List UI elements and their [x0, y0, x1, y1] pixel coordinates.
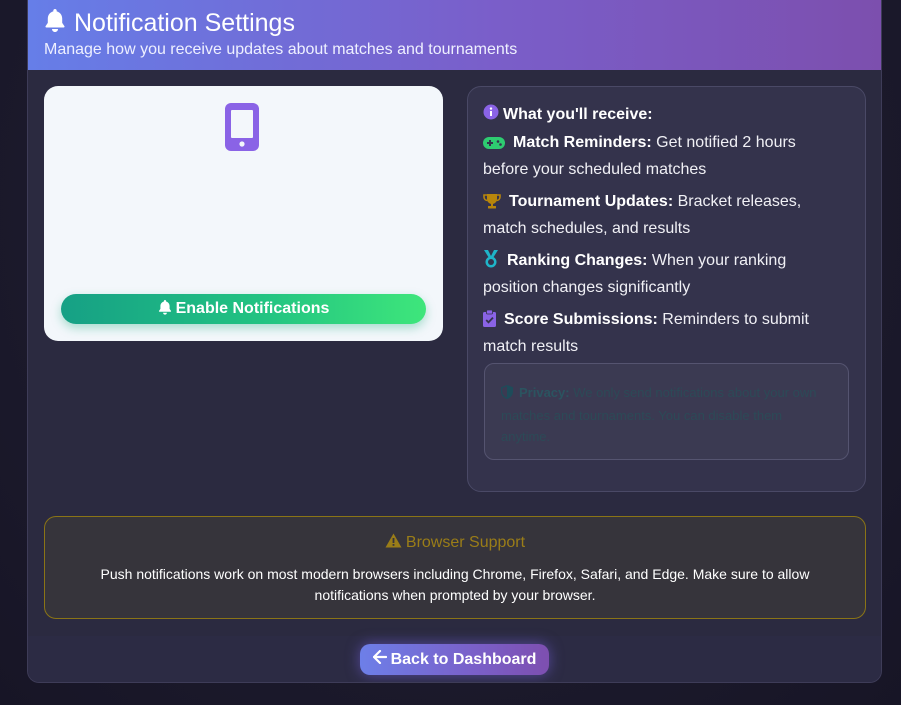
page-title: Notification Settings: [74, 9, 295, 37]
bell-icon: [44, 8, 66, 39]
privacy-note: Privacy: We only send notifications abou…: [484, 363, 849, 460]
list-item-score-submissions: Score Submissions: Reminders to submit m…: [483, 308, 833, 359]
receive-title: What you'll receive:: [483, 104, 653, 125]
receive-list: Match Reminders: Get notified 2 hours be…: [483, 131, 833, 367]
arrow-left-icon: [372, 649, 387, 669]
item-label: Tournament Updates:: [509, 193, 674, 210]
notification-settings-panel: Notification Settings Manage how you rec…: [27, 0, 882, 683]
list-item-tournament-updates: Tournament Updates: Bracket releases, ma…: [483, 190, 833, 241]
back-to-dashboard-button[interactable]: Back to Dashboard: [360, 644, 549, 675]
browser-support-text: Push notifications work on most modern b…: [100, 566, 810, 603]
list-item-match-reminders: Match Reminders: Get notified 2 hours be…: [483, 131, 833, 182]
trophy-icon: [483, 193, 501, 217]
receive-title-text: What you'll receive:: [503, 105, 653, 123]
receive-info-card: What you'll receive: Match Reminders: Ge…: [467, 86, 866, 492]
enable-notifications-label: Enable Notifications: [175, 300, 330, 317]
mobile-phone-icon: [224, 102, 260, 152]
gamepad-icon: [483, 134, 505, 158]
back-to-dashboard-label: Back to Dashboard: [390, 650, 537, 668]
page-title-row: Notification Settings: [44, 8, 295, 39]
page-header: Notification Settings Manage how you rec…: [28, 0, 881, 70]
page-subtitle: Manage how you receive updates about mat…: [44, 41, 518, 58]
warning-icon: [385, 533, 402, 553]
footer-bar: Back to Dashboard: [28, 636, 881, 682]
shield-icon: [501, 384, 513, 405]
medal-icon: [483, 250, 499, 276]
bell-icon: [158, 299, 172, 320]
item-label: Ranking Changes:: [507, 252, 648, 269]
item-label: Match Reminders:: [513, 134, 652, 151]
enable-notifications-card: Enable Notifications: [44, 86, 443, 341]
privacy-label: Privacy:: [519, 385, 570, 400]
info-circle-icon: [483, 104, 499, 125]
browser-support-title: Browser Support: [405, 534, 526, 551]
item-label: Score Submissions:: [504, 311, 658, 328]
list-item-ranking-changes: Ranking Changes: When your ranking posit…: [483, 249, 833, 300]
enable-notifications-button[interactable]: Enable Notifications: [61, 294, 426, 324]
browser-support-title-row: Browser Support: [45, 533, 865, 553]
browser-support-box: Browser Support Push notifications work …: [44, 516, 866, 619]
clipboard-check-icon: [483, 309, 496, 335]
